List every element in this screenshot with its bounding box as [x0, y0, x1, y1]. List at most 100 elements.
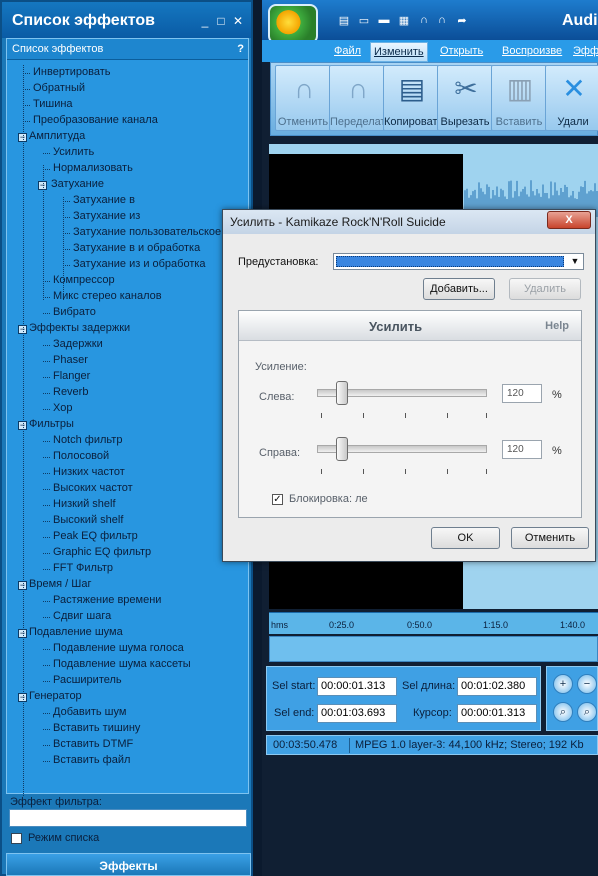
tree-item[interactable]: − Фильтры	[7, 417, 247, 433]
preset-dropdown[interactable]: ▼	[333, 253, 584, 270]
menu-play[interactable]: Воспроизве	[502, 45, 562, 57]
zoom-selection-icon[interactable]: ⌕	[553, 702, 573, 722]
tree-item[interactable]: Высоких частот	[7, 481, 247, 497]
horizontal-scrollbar[interactable]	[269, 636, 598, 662]
left-gain-input[interactable]: 120	[502, 384, 542, 403]
ok-button[interactable]: OK	[431, 527, 500, 549]
right-channel-label: Справа:	[259, 447, 301, 459]
tree-item[interactable]: Сдвиг шага	[7, 609, 247, 625]
tree-item[interactable]: Вставить тишину	[7, 721, 247, 737]
tree-connector	[23, 105, 30, 106]
menu-edit[interactable]: Изменить	[370, 42, 428, 62]
tree-item[interactable]: Усилить	[7, 145, 247, 161]
delete-icon: ✕	[562, 73, 586, 104]
cursor-field[interactable]: 00:00:01.313	[457, 704, 537, 723]
new-file-icon[interactable]: ▤	[338, 14, 350, 27]
delete-button[interactable]: ✕ Удали	[545, 65, 598, 131]
delete-preset-button[interactable]: Удалить	[509, 278, 581, 300]
tree-item[interactable]: Низких частот	[7, 465, 247, 481]
list-mode-checkbox[interactable]	[11, 833, 22, 844]
sel-length-field[interactable]: 00:01:02.380	[457, 677, 537, 696]
tree-item-label: Вставить файл	[53, 754, 131, 766]
filter-input[interactable]	[9, 809, 247, 827]
redo-small-icon[interactable]: ∩	[436, 14, 448, 26]
tree-item[interactable]: Хор	[7, 401, 247, 417]
tree-item[interactable]: Добавить шум	[7, 705, 247, 721]
cut-button[interactable]: ✂ Вырезать	[437, 65, 493, 131]
timeline-ruler[interactable]: hms 0:25.0 0:50.0 1:15.0 1:40.0	[269, 612, 598, 634]
tree-item[interactable]: Полосовой	[7, 449, 247, 465]
save-all-icon[interactable]: ▦	[398, 14, 410, 27]
sel-end-field[interactable]: 00:01:03.693	[317, 704, 397, 723]
chevron-down-icon[interactable]: ▼	[567, 254, 583, 269]
tree-item[interactable]: Вставить файл	[7, 753, 247, 769]
tree-item[interactable]: Peak EQ фильтр	[7, 529, 247, 545]
menu-effects[interactable]: Эффе	[573, 45, 598, 57]
help-link[interactable]: Help	[545, 320, 569, 332]
redo-button[interactable]: ∩ Переделать	[329, 65, 385, 131]
menu-file[interactable]: Файл	[334, 45, 361, 57]
tree-item[interactable]: Обратный	[7, 81, 247, 97]
tree-item[interactable]: Вибрато	[7, 305, 247, 321]
open-folder-icon[interactable]: ▭	[358, 14, 370, 27]
zoom-in-icon[interactable]: +	[553, 674, 573, 694]
tree-item[interactable]: Notch фильтр	[7, 433, 247, 449]
tree-item[interactable]: Расширитель	[7, 673, 247, 689]
undo-button[interactable]: ∩ Отменить	[275, 65, 331, 131]
tree-item[interactable]: Тишина	[7, 97, 247, 113]
tree-item[interactable]: Высокий shelf	[7, 513, 247, 529]
tree-item-label: Амплитуда	[29, 130, 86, 142]
help-icon[interactable]: ?	[237, 43, 244, 55]
tree-item-label: Фильтры	[29, 418, 74, 430]
tree-item[interactable]: Подавление шума голоса	[7, 641, 247, 657]
restore-icon[interactable]: □	[214, 14, 228, 28]
menu-open[interactable]: Открыть	[440, 45, 483, 57]
tree-item[interactable]: Подавление шума кассеты	[7, 657, 247, 673]
tree-item[interactable]: Растяжение времени	[7, 593, 247, 609]
tree-item[interactable]: Flanger	[7, 369, 247, 385]
tree-item[interactable]: FFT Фильтр	[7, 561, 247, 577]
tree-item[interactable]: − Амплитуда	[7, 129, 247, 145]
close-icon[interactable]: ✕	[231, 14, 245, 28]
tree-connector	[43, 153, 50, 154]
paste-button[interactable]: ▥ Вставить	[491, 65, 547, 131]
app-logo-icon[interactable]	[268, 4, 318, 44]
left-gain-slider-thumb[interactable]	[336, 381, 348, 405]
settings-header: Усилить Help	[239, 311, 581, 341]
right-gain-input[interactable]: 120	[502, 440, 542, 459]
tree-item[interactable]: − Время / Шаг	[7, 577, 247, 593]
close-button[interactable]: X	[547, 211, 591, 229]
save-icon[interactable]: ▬	[378, 14, 390, 26]
sel-start-field[interactable]: 00:00:01.313	[317, 677, 397, 696]
minimize-icon[interactable]: _	[198, 14, 212, 28]
tree-item[interactable]: Graphic EQ фильтр	[7, 545, 247, 561]
copy-button[interactable]: ▤ Копировать	[383, 65, 439, 131]
left-percent-label: %	[552, 389, 562, 401]
cancel-button[interactable]: Отменить	[511, 527, 589, 549]
undo-small-icon[interactable]: ∩	[418, 14, 430, 26]
tree-item-label: Затухание	[51, 178, 105, 190]
tree-item[interactable]: Инвертировать	[7, 65, 247, 81]
tab-effects[interactable]: Эффекты	[6, 853, 251, 876]
left-slider-ticks	[321, 413, 487, 419]
tree-connector	[43, 729, 50, 730]
tree-item[interactable]: Вставить DTMF	[7, 737, 247, 753]
copy-icon: ▤	[398, 73, 426, 104]
export-icon[interactable]: ➦	[456, 14, 468, 27]
tree-item[interactable]: Reverb	[7, 385, 247, 401]
tree-item[interactable]: Низкий shelf	[7, 497, 247, 513]
tree-item-label: Затухание пользовательское	[73, 226, 222, 238]
tree-connector	[43, 313, 50, 314]
tree-item[interactable]: − Эффекты задержки	[7, 321, 247, 337]
tree-item[interactable]: − Подавление шума	[7, 625, 247, 641]
tree-item[interactable]: Преобразование канала	[7, 113, 247, 129]
tree-item[interactable]: − Генератор	[7, 689, 247, 705]
add-preset-button[interactable]: Добавить...	[423, 278, 495, 300]
tree-item-label: Сдвиг шага	[53, 610, 112, 622]
tree-item[interactable]: Phaser	[7, 353, 247, 369]
lock-checkbox[interactable]: ✓	[272, 494, 283, 505]
zoom-out-icon[interactable]: −	[577, 674, 597, 694]
right-gain-slider-thumb[interactable]	[336, 437, 348, 461]
zoom-full-icon[interactable]: ⌕	[577, 702, 597, 722]
tree-item[interactable]: Задержки	[7, 337, 247, 353]
